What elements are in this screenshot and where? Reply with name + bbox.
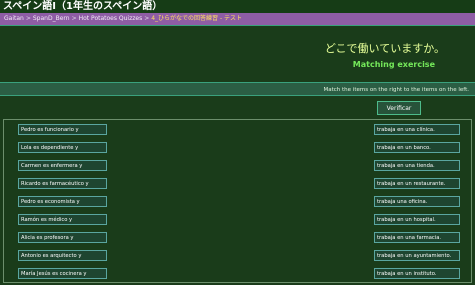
right-item[interactable]: trabaja en una clínica. <box>374 124 460 135</box>
left-item[interactable]: Lola es dependiente y <box>18 142 107 153</box>
exercise-instructions: Match the items on the right to the item… <box>0 82 475 96</box>
match-row: Pedro es economista y trabaja una oficin… <box>4 194 471 210</box>
breadcrumb: Gaitan > SpanD_Bern > Hot Potatoes Quizzes >4… <box>0 13 475 25</box>
right-item[interactable]: trabaja en un instituto. <box>374 268 460 279</box>
right-item[interactable]: trabaja en un ayuntamiento. <box>374 250 460 261</box>
exercise-question: どこで働いていますか。 <box>324 42 445 55</box>
right-item[interactable]: trabaja una oficina. <box>374 196 460 207</box>
match-row: Antonio es arquitecto y trabaja en un ay… <box>4 248 471 264</box>
breadcrumb-link-gaitan[interactable]: Gaitan <box>4 15 24 22</box>
match-row: Ricardo es farmacéutico y trabaja en un … <box>4 176 471 192</box>
left-item[interactable]: Alicia es profesora y <box>18 232 107 243</box>
match-row: Lola es dependiente y trabaja en un banc… <box>4 140 471 156</box>
breadcrumb-separator: > <box>71 15 77 22</box>
verify-button[interactable]: Verificar <box>377 101 421 115</box>
breadcrumb-separator: > <box>25 15 31 22</box>
breadcrumb-separator: > <box>144 15 150 22</box>
breadcrumb-link-course[interactable]: SpanD_Bern <box>33 15 70 22</box>
left-item[interactable]: Ramón es médico y <box>18 214 107 225</box>
matching-panel: Pedro es funcionario y trabaja en una cl… <box>3 119 472 283</box>
left-item[interactable]: Pedro es funcionario y <box>18 124 107 135</box>
match-row: Ramón es médico y trabaja en un hospital… <box>4 212 471 228</box>
match-row: María Jesús es cocinera y trabaja en un … <box>4 266 471 282</box>
match-row: Pedro es funcionario y trabaja en una cl… <box>4 122 471 138</box>
left-item[interactable]: Pedro es economista y <box>18 196 107 207</box>
right-item[interactable]: trabaja en un banco. <box>374 142 460 153</box>
left-item[interactable]: María Jesús es cocinera y <box>18 268 107 279</box>
left-item[interactable]: Antonio es arquitecto y <box>18 250 107 261</box>
right-item[interactable]: trabaja en un hospital. <box>374 214 460 225</box>
match-row: Carmen es enfermera y trabaja en una tie… <box>4 158 471 174</box>
exercise-header: どこで働いていますか。 Matching exercise <box>0 25 475 81</box>
right-item[interactable]: trabaja en una tienda. <box>374 160 460 171</box>
exercise-title: Matching exercise <box>352 60 435 69</box>
breadcrumb-link-quizzes[interactable]: Hot Potatoes Quizzes <box>79 15 143 22</box>
match-row: Alicia es profesora y trabaja en una far… <box>4 230 471 246</box>
page-title: スペイン語I（1年生のスペイン語） <box>0 0 475 13</box>
right-item[interactable]: trabaja en un restaurante. <box>374 178 460 189</box>
left-item[interactable]: Carmen es enfermera y <box>18 160 107 171</box>
right-item[interactable]: trabaja en una farmacia. <box>374 232 460 243</box>
breadcrumb-current: 4_ひらがなでの回答練習 - テスト <box>151 15 243 22</box>
left-item[interactable]: Ricardo es farmacéutico y <box>18 178 107 189</box>
